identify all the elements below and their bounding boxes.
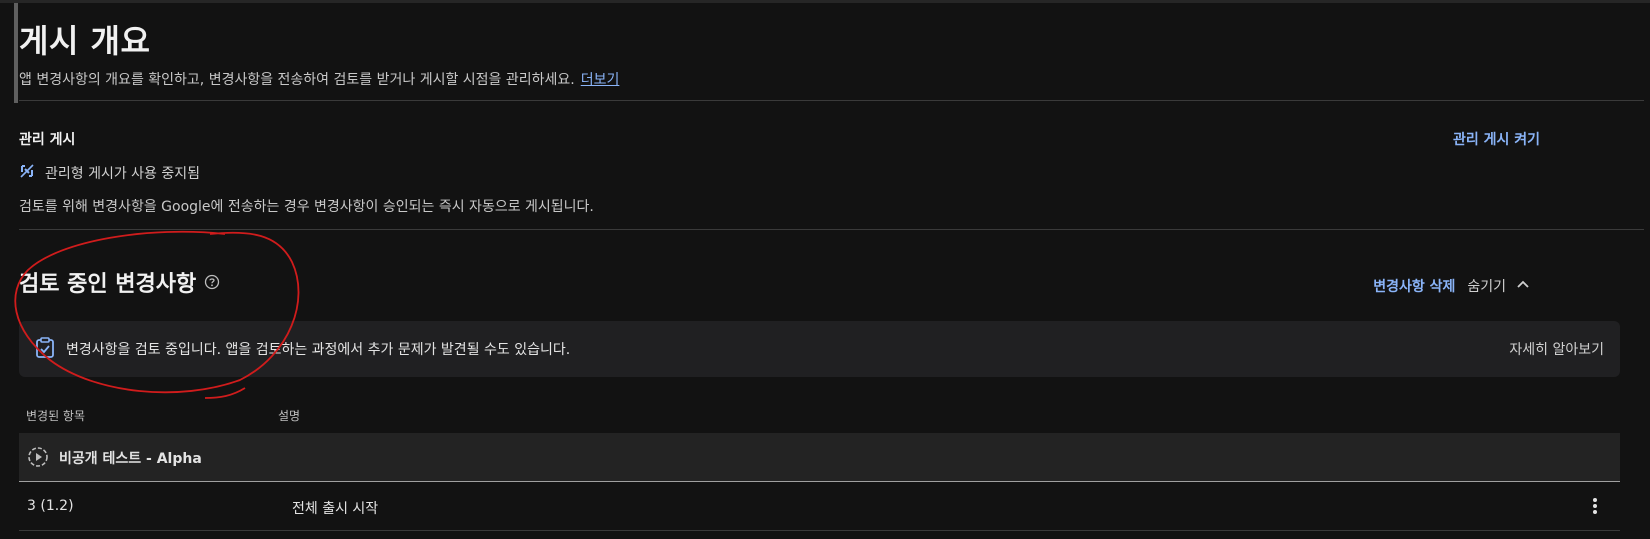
- page-description: 앱 변경사항의 개요를 확인하고, 변경사항을 전송하여 검토를 받거나 게시할…: [19, 69, 619, 89]
- review-banner-text: 변경사항을 검토 중입니다. 앱을 검토하는 과정에서 추가 문제가 발견될 수…: [66, 342, 571, 358]
- review-section-title: 검토 중인 변경사항: [19, 266, 220, 298]
- review-actions: 변경사항 삭제 숨기기: [1373, 276, 1530, 296]
- chevron-up-icon[interactable]: [1516, 277, 1530, 295]
- track-play-icon: [27, 446, 49, 472]
- table-row: 3 (1.2) 전체 출시 시작: [19, 482, 1620, 531]
- managed-publishing-note: 검토를 위해 변경사항을 Google에 전송하는 경우 변경사항이 승인되는 …: [19, 199, 594, 215]
- divider: [19, 100, 1644, 101]
- header-accent-bar: [14, 3, 18, 103]
- help-icon[interactable]: [204, 274, 220, 290]
- learn-more-link[interactable]: 더보기: [581, 72, 620, 88]
- managed-publishing-status: 관리형 게시가 사용 중지됨: [19, 163, 200, 183]
- managed-publishing-label: 관리 게시: [19, 132, 76, 148]
- enable-managed-publishing-link[interactable]: 관리 게시 켜기: [1453, 129, 1540, 149]
- row-changed-item: 3 (1.2): [27, 498, 74, 514]
- more-vert-icon[interactable]: [1592, 496, 1598, 520]
- top-border: [0, 0, 1650, 3]
- learn-more-button[interactable]: 자세히 알아보기: [1509, 339, 1604, 359]
- review-title-text: 검토 중인 변경사항: [19, 272, 197, 297]
- page-description-text: 앱 변경사항의 개요를 확인하고, 변경사항을 전송하여 검토를 받거나 게시할…: [19, 72, 575, 88]
- hide-toggle[interactable]: 숨기기: [1467, 276, 1506, 296]
- row-description: 전체 출시 시작: [292, 501, 379, 517]
- column-header-changed-item: 변경된 항목: [26, 409, 86, 423]
- managed-publishing-status-text: 관리형 게시가 사용 중지됨: [45, 166, 201, 182]
- page-title: 게시 개요: [19, 22, 151, 60]
- delete-changes-link[interactable]: 변경사항 삭제: [1373, 276, 1455, 296]
- track-group-label: 비공개 테스트 - Alpha: [59, 451, 202, 467]
- review-banner: 변경사항을 검토 중입니다. 앱을 검토하는 과정에서 추가 문제가 발견될 수…: [19, 321, 1620, 377]
- track-group-row: 비공개 테스트 - Alpha: [19, 433, 1620, 482]
- column-header-description: 설명: [278, 409, 301, 423]
- clipboard-check-icon: [35, 337, 55, 363]
- managed-publishing-off-icon: [19, 163, 45, 183]
- divider: [19, 229, 1644, 230]
